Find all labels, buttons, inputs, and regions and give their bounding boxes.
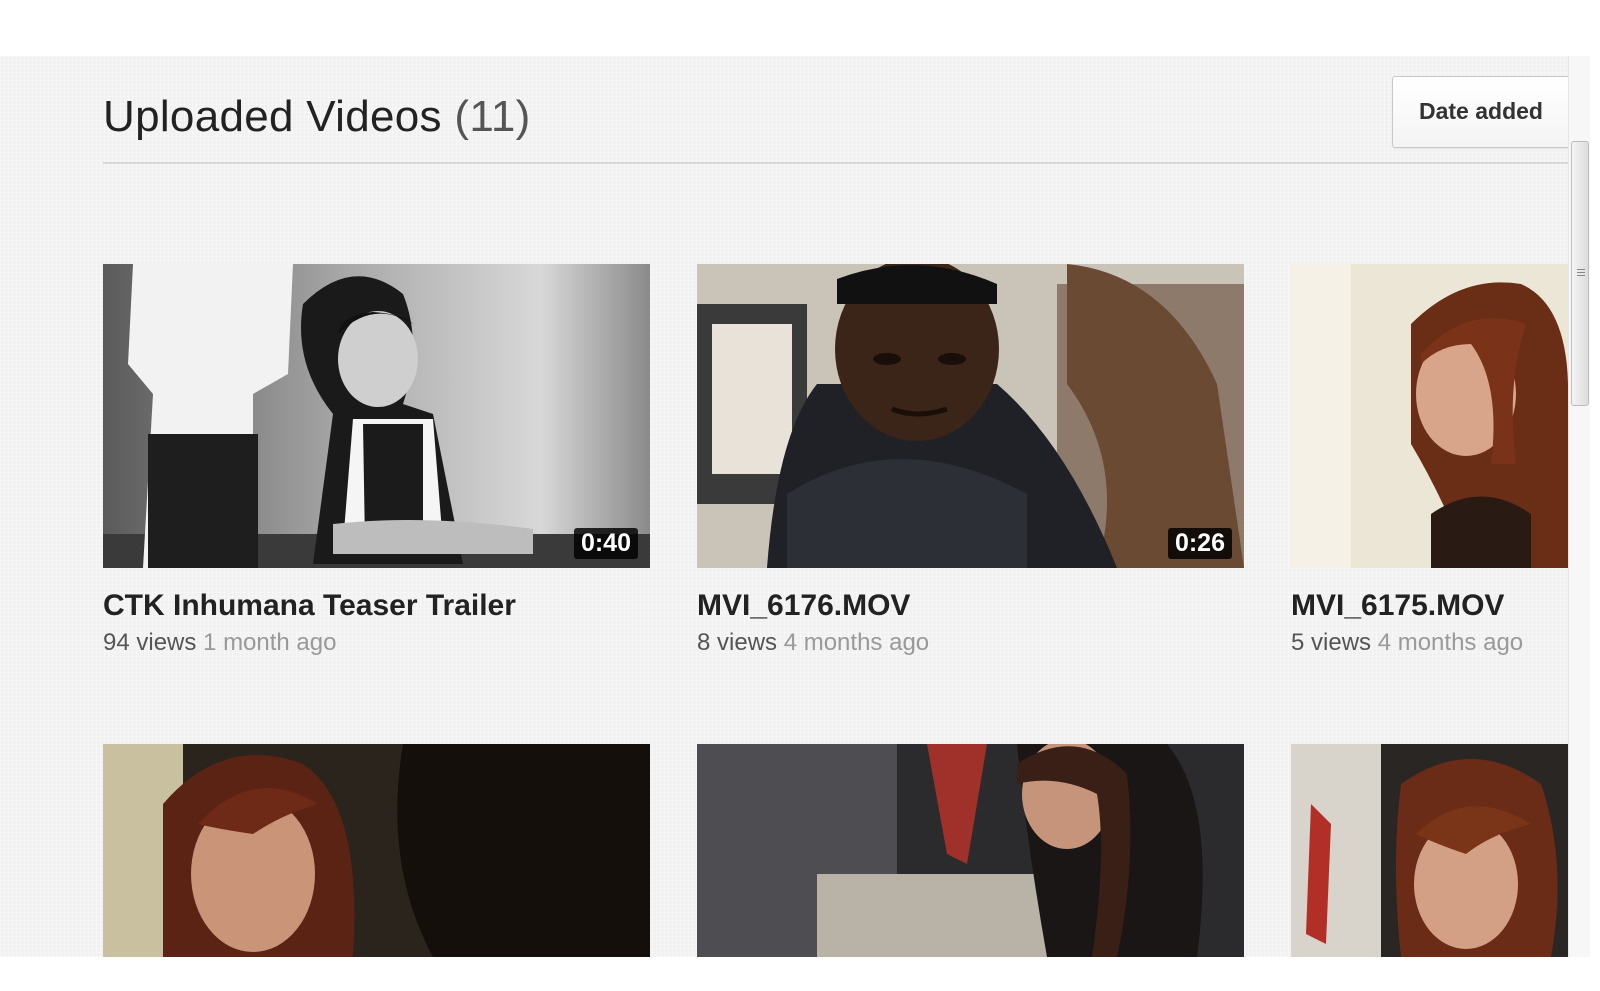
thumbnail-image <box>697 744 1244 957</box>
video-thumbnail[interactable] <box>697 744 1244 957</box>
sort-label: Date added <box>1419 98 1543 124</box>
video-duration: 0:40 <box>573 528 638 559</box>
video-thumbnail[interactable] <box>1291 744 1568 957</box>
video-title[interactable]: CTK Inhumana Teaser Trailer <box>103 589 703 623</box>
video-thumbnail[interactable]: 0:26 <box>697 264 1244 568</box>
video-count: (11) <box>454 92 531 141</box>
upload-age: 1 month ago <box>203 629 337 656</box>
page-title: Uploaded Videos (11) <box>103 92 531 142</box>
vertical-scrollbar[interactable] <box>1568 56 1590 957</box>
header-divider <box>103 162 1568 164</box>
thumbnail-image <box>103 264 650 568</box>
video-thumbnail[interactable]: 0:40 <box>103 264 650 568</box>
video-duration: 0:26 <box>1167 528 1232 559</box>
thumbnail-image <box>1291 744 1568 957</box>
uploaded-videos-panel: Uploaded Videos (11) Date added 0:40 CTK… <box>0 56 1568 957</box>
scrollbar-thumb[interactable] <box>1571 141 1589 406</box>
video-meta: 94 views 1 month ago <box>103 629 336 657</box>
video-title[interactable]: MVI_6176.MOV <box>697 589 1297 623</box>
video-meta: 5 views 4 months ago <box>1291 629 1523 657</box>
video-grid: 0:40 CTK Inhumana Teaser Trailer 94 view… <box>103 264 1568 957</box>
video-meta: 8 views 4 months ago <box>697 629 929 657</box>
upload-age: 4 months ago <box>783 629 930 656</box>
video-thumbnail[interactable] <box>103 744 650 957</box>
thumbnail-image <box>103 744 650 957</box>
view-count: 8 views <box>697 629 778 656</box>
thumbnail-image <box>1291 264 1568 568</box>
page-title-text: Uploaded Videos <box>103 92 442 141</box>
grip-icon <box>1577 267 1585 276</box>
upload-age: 4 months ago <box>1377 629 1524 656</box>
view-count: 94 views <box>103 629 197 656</box>
video-thumbnail[interactable] <box>1291 264 1568 568</box>
thumbnail-image <box>697 264 1244 568</box>
view-count: 5 views <box>1291 629 1372 656</box>
sort-dropdown-button[interactable]: Date added <box>1392 76 1568 148</box>
video-title[interactable]: MVI_6175.MOV <box>1291 589 1568 623</box>
